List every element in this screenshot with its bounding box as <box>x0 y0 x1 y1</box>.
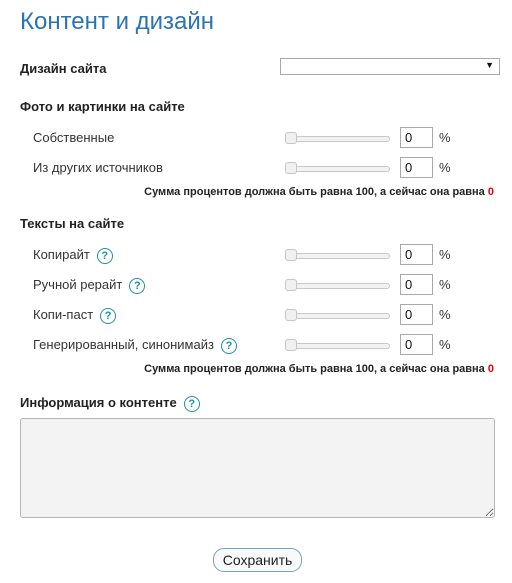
texts-copypaste-input[interactable] <box>400 304 433 325</box>
slider-track <box>285 136 390 142</box>
content-info-textarea[interactable] <box>20 418 495 518</box>
slider-track <box>285 166 390 172</box>
sum-note-text: Сумма процентов должна быть равна 100, а… <box>144 186 485 198</box>
slider-handle[interactable] <box>285 309 297 321</box>
help-icon[interactable]: ? <box>100 308 117 324</box>
texts-copyright-label: Копирайт <box>33 247 90 262</box>
info-label: Информация о контенте <box>20 395 177 410</box>
texts-generated-input[interactable] <box>400 334 433 355</box>
design-label: Дизайн сайта <box>20 61 107 76</box>
slider-track <box>285 313 390 319</box>
slider-handle[interactable] <box>285 279 297 291</box>
sum-value: 0 <box>487 363 494 375</box>
texts-rewrite-row: Ручной рерайт? <box>33 277 146 294</box>
percent-sign: % <box>439 337 451 352</box>
photos-other-input[interactable] <box>400 157 433 178</box>
help-icon[interactable]: ? <box>220 338 237 354</box>
help-icon[interactable]: ? <box>183 396 200 412</box>
photos-own-slider[interactable] <box>285 132 390 144</box>
texts-copyright-input[interactable] <box>400 244 433 265</box>
slider-track <box>285 283 390 289</box>
texts-heading: Тексты на сайте <box>20 216 125 231</box>
design-select[interactable]: ▼ <box>280 58 500 75</box>
slider-track <box>285 343 390 349</box>
help-icon[interactable]: ? <box>96 248 113 264</box>
texts-copypaste-slider[interactable] <box>285 309 390 321</box>
percent-sign: % <box>439 307 451 322</box>
sum-note-text: Сумма процентов должна быть равна 100, а… <box>144 363 485 375</box>
texts-generated-label: Генерированный, синонимайз <box>33 337 214 352</box>
texts-copyright-slider[interactable] <box>285 249 390 261</box>
dropdown-arrow-icon: ▼ <box>485 60 494 70</box>
texts-rewrite-label: Ручной рерайт <box>33 277 123 292</box>
help-icon[interactable]: ? <box>129 278 146 294</box>
slider-handle[interactable] <box>285 162 297 174</box>
photos-other-label: Из других источников <box>33 160 163 175</box>
slider-handle[interactable] <box>285 132 297 144</box>
sum-value: 0 <box>487 186 494 198</box>
texts-generated-row: Генерированный, синонимайз? <box>33 337 237 354</box>
texts-rewrite-input[interactable] <box>400 274 433 295</box>
texts-sum-note: Сумма процентов должна быть равна 100, а… <box>144 363 494 375</box>
page-title: Контент и дизайн <box>20 8 215 35</box>
slider-handle[interactable] <box>285 249 297 261</box>
photos-other-slider[interactable] <box>285 162 390 174</box>
texts-copypaste-row: Копи-паст? <box>33 307 117 324</box>
percent-sign: % <box>439 247 451 262</box>
percent-sign: % <box>439 277 451 292</box>
slider-handle[interactable] <box>285 339 297 351</box>
percent-sign: % <box>439 160 451 175</box>
texts-rewrite-slider[interactable] <box>285 279 390 291</box>
texts-copyright-row: Копирайт? <box>33 247 113 264</box>
info-heading: Информация о контенте? <box>20 395 200 412</box>
photos-sum-note: Сумма процентов должна быть равна 100, а… <box>144 186 494 198</box>
texts-copypaste-label: Копи-паст <box>33 307 94 322</box>
photos-own-input[interactable] <box>400 127 433 148</box>
texts-generated-slider[interactable] <box>285 339 390 351</box>
percent-sign: % <box>439 130 451 145</box>
save-button[interactable]: Сохранить <box>213 548 302 572</box>
photos-own-label: Собственные <box>33 130 115 145</box>
slider-track <box>285 253 390 259</box>
photos-heading: Фото и картинки на сайте <box>20 99 185 114</box>
